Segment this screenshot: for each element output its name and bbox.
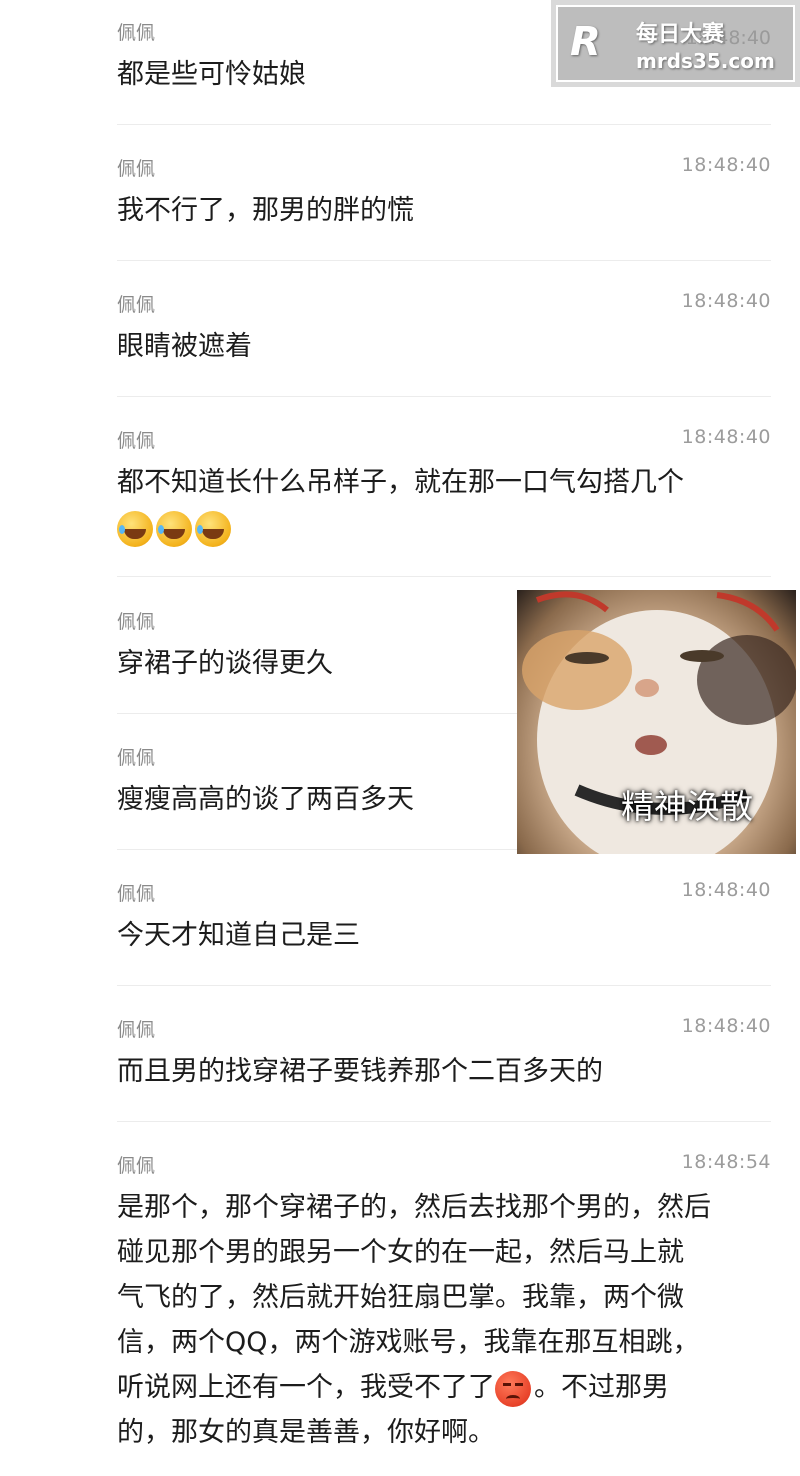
message-text-line: 信，两个QQ，两个游戏账号，我靠在那互相跳， xyxy=(117,1327,700,1358)
laughing-tears-emoji-icon xyxy=(156,510,192,547)
message-text: 今天才知道自己是三 xyxy=(117,920,360,951)
message-item[interactable]: 佩佩 18:48:54 是那个，那个穿裙子的，然后去找那个男的，然后 碰见那个男… xyxy=(117,1137,771,1476)
message-item[interactable]: 佩佩 都是些可怜姑娘 xyxy=(117,4,771,125)
message-text-line: 气飞的了，然后就开始狂扇巴掌。我靠，两个微 xyxy=(117,1282,684,1313)
angry-face-emoji-icon xyxy=(495,1370,531,1407)
message-text-line: 。不过那男 xyxy=(534,1372,669,1403)
message-sender: 佩佩 xyxy=(117,1155,156,1177)
message-sender: 佩佩 xyxy=(117,22,156,44)
cat-meme-sticker[interactable]: 精神涣散 xyxy=(517,590,796,854)
message-sender: 佩佩 xyxy=(117,430,156,452)
message-text-line: 都不知道长什么吊样子，就在那一口气勾搭几个 xyxy=(117,467,684,498)
message-text: 我不行了，那男的胖的慌 xyxy=(117,195,414,226)
message-sender: 佩佩 xyxy=(117,1019,156,1041)
message-item[interactable]: 佩佩 18:48:40 而且男的找穿裙子要钱养那个二百多天的 xyxy=(117,1001,771,1122)
laughing-tears-emoji-icon xyxy=(117,510,153,547)
message-time: 18:48:54 xyxy=(681,1151,771,1173)
message-text: 是那个，那个穿裙子的，然后去找那个男的，然后 碰见那个男的跟另一个女的在一起，然… xyxy=(117,1185,771,1455)
message-time: 18:48:40 xyxy=(681,154,771,176)
message-text: 都是些可怜姑娘 xyxy=(117,59,306,90)
message-time: 18:48:40 xyxy=(681,1015,771,1037)
message-text-line: 碰见那个男的跟另一个女的在一起，然后马上就 xyxy=(117,1237,684,1268)
message-sender: 佩佩 xyxy=(117,883,156,905)
message-sender: 佩佩 xyxy=(117,294,156,316)
message-text-line: 是那个，那个穿裙子的，然后去找那个男的，然后 xyxy=(117,1192,711,1223)
message-item[interactable]: 佩佩 18:48:40 眼睛被遮着 xyxy=(117,276,771,397)
message-text: 而且男的找穿裙子要钱养那个二百多天的 xyxy=(117,1056,603,1087)
message-time: 18:48:40 xyxy=(681,290,771,312)
message-item[interactable]: 佩佩 18:48:40 我不行了，那男的胖的慌 xyxy=(117,140,771,261)
message-text: 都不知道长什么吊样子，就在那一口气勾搭几个 xyxy=(117,460,771,550)
message-text-line: 的，那女的真是善善，你好啊。 xyxy=(117,1417,495,1448)
message-text-line: 听说网上还有一个，我受不了了 xyxy=(117,1372,495,1403)
sticker-caption: 精神涣散 xyxy=(621,787,753,826)
laughing-tears-emoji-icon xyxy=(195,510,231,547)
message-item[interactable]: 佩佩 18:48:40 今天才知道自己是三 xyxy=(117,865,771,986)
message-sender: 佩佩 xyxy=(117,158,156,180)
message-item[interactable]: 佩佩 18:48:40 都不知道长什么吊样子，就在那一口气勾搭几个 xyxy=(117,412,771,577)
message-sender: 佩佩 xyxy=(117,747,156,769)
message-text: 眼睛被遮着 xyxy=(117,331,252,362)
message-sender: 佩佩 xyxy=(117,611,156,633)
message-time: 18:48:40 xyxy=(681,426,771,448)
message-time: 18:48:40 xyxy=(681,879,771,901)
